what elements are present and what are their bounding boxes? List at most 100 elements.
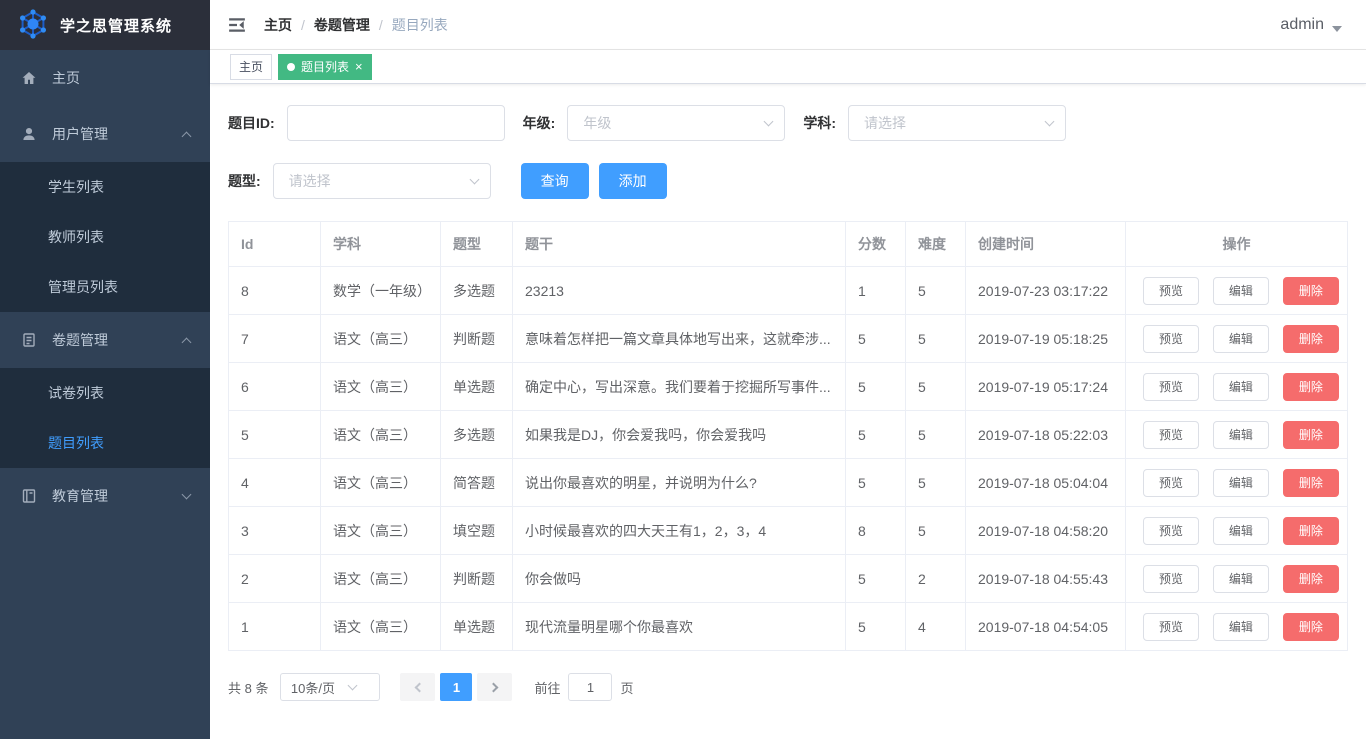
select-placeholder: 请选择 bbox=[864, 115, 907, 131]
delete-button[interactable]: 删除 bbox=[1282, 324, 1339, 353]
delete-button[interactable]: 删除 bbox=[1282, 468, 1339, 497]
close-icon[interactable]: × bbox=[355, 60, 363, 73]
delete-button[interactable]: 删除 bbox=[1282, 564, 1339, 593]
edit-button[interactable]: 编辑 bbox=[1212, 372, 1269, 401]
cell-created: 2019-07-18 04:58:20 bbox=[965, 506, 1126, 555]
subject-select[interactable]: 请选择 bbox=[848, 105, 1067, 141]
select-placeholder: 请选择 bbox=[288, 173, 331, 189]
cell-difficulty: 5 bbox=[905, 314, 966, 363]
cell-type: 单选题 bbox=[440, 602, 513, 651]
question-id-input[interactable] bbox=[286, 105, 505, 141]
sidebar-item-label: 用户管理 bbox=[52, 126, 108, 142]
sidebar-item-user-management[interactable]: 用户管理 bbox=[0, 106, 210, 162]
cell-score: 5 bbox=[845, 602, 906, 651]
sidebar-item-label: 卷题管理 bbox=[52, 332, 108, 348]
user-dropdown[interactable]: admin bbox=[1280, 16, 1342, 34]
question-type-select[interactable]: 请选择 bbox=[272, 163, 491, 199]
sidebar-item-admin-list[interactable]: 管理员列表 bbox=[0, 262, 210, 312]
cell-created: 2019-07-23 03:17:22 bbox=[965, 266, 1126, 315]
cell-score: 5 bbox=[845, 410, 906, 459]
edit-button[interactable]: 编辑 bbox=[1212, 516, 1269, 545]
sidebar-item-teacher-list[interactable]: 教师列表 bbox=[0, 212, 210, 262]
delete-button[interactable]: 删除 bbox=[1282, 612, 1339, 641]
prev-page-button[interactable] bbox=[400, 673, 436, 701]
cell-score: 5 bbox=[845, 554, 906, 603]
cell-type: 单选题 bbox=[440, 362, 513, 411]
cell-type: 判断题 bbox=[440, 314, 513, 363]
cell-id: 5 bbox=[228, 410, 321, 459]
document-icon bbox=[20, 332, 38, 348]
cell-difficulty: 4 bbox=[905, 602, 966, 651]
cell-subject: 语文（高三） bbox=[320, 362, 441, 411]
tag-label: 题目列表 bbox=[301, 60, 350, 74]
caret-down-icon bbox=[1332, 25, 1342, 32]
sidebar-item-home[interactable]: 主页 bbox=[0, 50, 210, 106]
breadcrumb-home[interactable]: 主页 bbox=[264, 15, 292, 35]
breadcrumb-paper-management[interactable]: 卷题管理 bbox=[314, 15, 370, 35]
cell-type: 多选题 bbox=[440, 266, 513, 315]
chevron-right-icon bbox=[488, 682, 499, 692]
cell-score: 5 bbox=[845, 362, 906, 411]
delete-button[interactable]: 删除 bbox=[1282, 372, 1339, 401]
edit-button[interactable]: 编辑 bbox=[1212, 468, 1269, 497]
app-title: 学之思管理系统 bbox=[60, 17, 173, 35]
preview-button[interactable]: 预览 bbox=[1143, 468, 1200, 497]
add-button[interactable]: 添加 bbox=[598, 163, 667, 199]
sidebar-item-student-list[interactable]: 学生列表 bbox=[0, 162, 210, 212]
edit-button[interactable]: 编辑 bbox=[1212, 420, 1269, 449]
cell-subject: 语文（高三） bbox=[320, 602, 441, 651]
cell-id: 1 bbox=[228, 602, 321, 651]
cell-difficulty: 5 bbox=[905, 458, 966, 507]
preview-button[interactable]: 预览 bbox=[1143, 324, 1200, 353]
sidebar-item-paper-management[interactable]: 卷题管理 bbox=[0, 312, 210, 368]
sidebar-item-question-list[interactable]: 题目列表 bbox=[0, 418, 210, 468]
cell-created: 2019-07-18 05:22:03 bbox=[965, 410, 1126, 459]
page-suffix: 页 bbox=[620, 680, 634, 696]
edit-button[interactable]: 编辑 bbox=[1212, 324, 1269, 353]
sidebar-item-label: 试卷列表 bbox=[48, 385, 104, 401]
question-type-label: 题型: bbox=[228, 173, 261, 189]
edit-button[interactable]: 编辑 bbox=[1212, 564, 1269, 593]
chevron-down-icon bbox=[469, 174, 480, 184]
next-page-button[interactable] bbox=[477, 673, 513, 701]
cell-created: 2019-07-19 05:17:24 bbox=[965, 362, 1126, 411]
preview-button[interactable]: 预览 bbox=[1143, 420, 1200, 449]
preview-button[interactable]: 预览 bbox=[1143, 276, 1200, 305]
breadcrumb: 主页 / 卷题管理 / 题目列表 bbox=[264, 15, 448, 35]
sidebar-fold-icon[interactable] bbox=[228, 17, 246, 33]
page-number-1[interactable]: 1 bbox=[440, 673, 473, 701]
question-id-label: 题目ID: bbox=[228, 115, 275, 131]
cell-actions: 预览 编辑 删除 bbox=[1125, 506, 1348, 555]
delete-button[interactable]: 删除 bbox=[1282, 276, 1339, 305]
grade-select[interactable]: 年级 bbox=[567, 105, 786, 141]
preview-button[interactable]: 预览 bbox=[1143, 372, 1200, 401]
submenu-paper-management: 试卷列表 题目列表 bbox=[0, 368, 210, 468]
cell-actions: 预览 编辑 删除 bbox=[1125, 266, 1348, 315]
search-button[interactable]: 查询 bbox=[520, 163, 589, 199]
chevron-down-icon bbox=[347, 680, 358, 690]
goto-page-input[interactable] bbox=[568, 673, 613, 701]
sidebar: 学之思管理系统 主页 用户管理 学生列表 教师列表 管理员列表 卷题管理 试卷列… bbox=[0, 0, 210, 739]
tag-question-list[interactable]: 题目列表 × bbox=[278, 53, 372, 80]
table-row: 2 语文（高三） 判断题 你会做吗 5 2 2019-07-18 04:55:4… bbox=[228, 554, 1348, 603]
preview-button[interactable]: 预览 bbox=[1143, 564, 1200, 593]
edit-button[interactable]: 编辑 bbox=[1212, 276, 1269, 305]
preview-button[interactable]: 预览 bbox=[1143, 516, 1200, 545]
page-size-select[interactable]: 10条/页 bbox=[280, 673, 381, 701]
cell-stem: 说出你最喜欢的明星，并说明为什么? bbox=[512, 458, 846, 507]
main-content: 题目ID: 年级: 年级 学科: 请选择 题型: 请选择 查询 添加 Id 学科… bbox=[210, 84, 1366, 739]
preview-button[interactable]: 预览 bbox=[1143, 612, 1200, 641]
select-placeholder: 年级 bbox=[583, 115, 612, 131]
tag-home[interactable]: 主页 bbox=[230, 53, 273, 80]
chevron-down-icon bbox=[181, 489, 192, 499]
cell-difficulty: 5 bbox=[905, 410, 966, 459]
sidebar-item-education-management[interactable]: 教育管理 bbox=[0, 468, 210, 524]
edit-button[interactable]: 编辑 bbox=[1212, 612, 1269, 641]
sidebar-item-exam-paper-list[interactable]: 试卷列表 bbox=[0, 368, 210, 418]
delete-button[interactable]: 删除 bbox=[1282, 516, 1339, 545]
subject-label: 学科: bbox=[803, 115, 837, 131]
cell-subject: 数学（一年级） bbox=[320, 266, 441, 315]
cell-actions: 预览 编辑 删除 bbox=[1125, 362, 1348, 411]
cell-id: 8 bbox=[228, 266, 321, 315]
delete-button[interactable]: 删除 bbox=[1282, 420, 1339, 449]
